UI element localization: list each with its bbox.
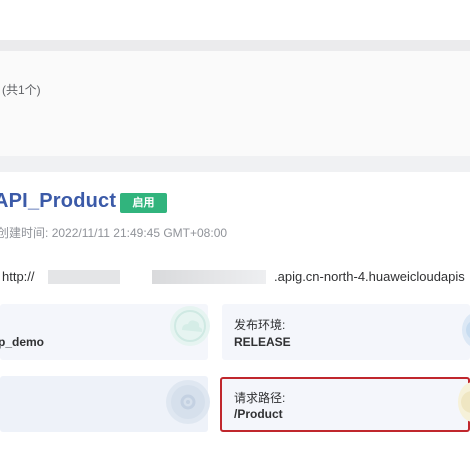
- url-redacted-part-2: [152, 270, 266, 284]
- api-url-row: http:// .apig.cn-north-4.huaweicloudapis: [0, 262, 470, 292]
- url-domain-suffix: .apig.cn-north-4.huaweicloudapis: [274, 269, 465, 284]
- api-list-panel: [0, 51, 470, 156]
- url-prefix: http://: [2, 269, 35, 284]
- api-count-label: (共1个): [2, 83, 41, 97]
- environment-label: 发布环境:: [234, 318, 286, 332]
- created-time-label: 创建时间:: [0, 226, 49, 240]
- header-divider: [0, 40, 470, 51]
- created-time-value: 2022/11/11 21:49:45 GMT+08:00: [51, 226, 228, 240]
- section-separator: [0, 156, 470, 172]
- request-path-value: /Product: [234, 407, 283, 421]
- environment-value: RELEASE: [234, 335, 291, 349]
- created-time: 创建时间: 2022/11/11 21:49:45 GMT+08:00: [0, 224, 227, 241]
- status-badge: 启用: [120, 193, 167, 213]
- top-strip: [0, 0, 470, 42]
- environment-card: 发布环境: RELEASE: [222, 304, 470, 360]
- api-name-title[interactable]: API_Product: [0, 190, 116, 213]
- cloud-deco-icon: [170, 306, 210, 346]
- url-redacted-part-1: [48, 270, 120, 284]
- request-path-label: 请求路径:: [234, 391, 286, 405]
- group-value: p_demo: [0, 335, 45, 349]
- request-path-card: 请求路径: /Product: [220, 377, 470, 432]
- path-deco-icon: [166, 380, 210, 424]
